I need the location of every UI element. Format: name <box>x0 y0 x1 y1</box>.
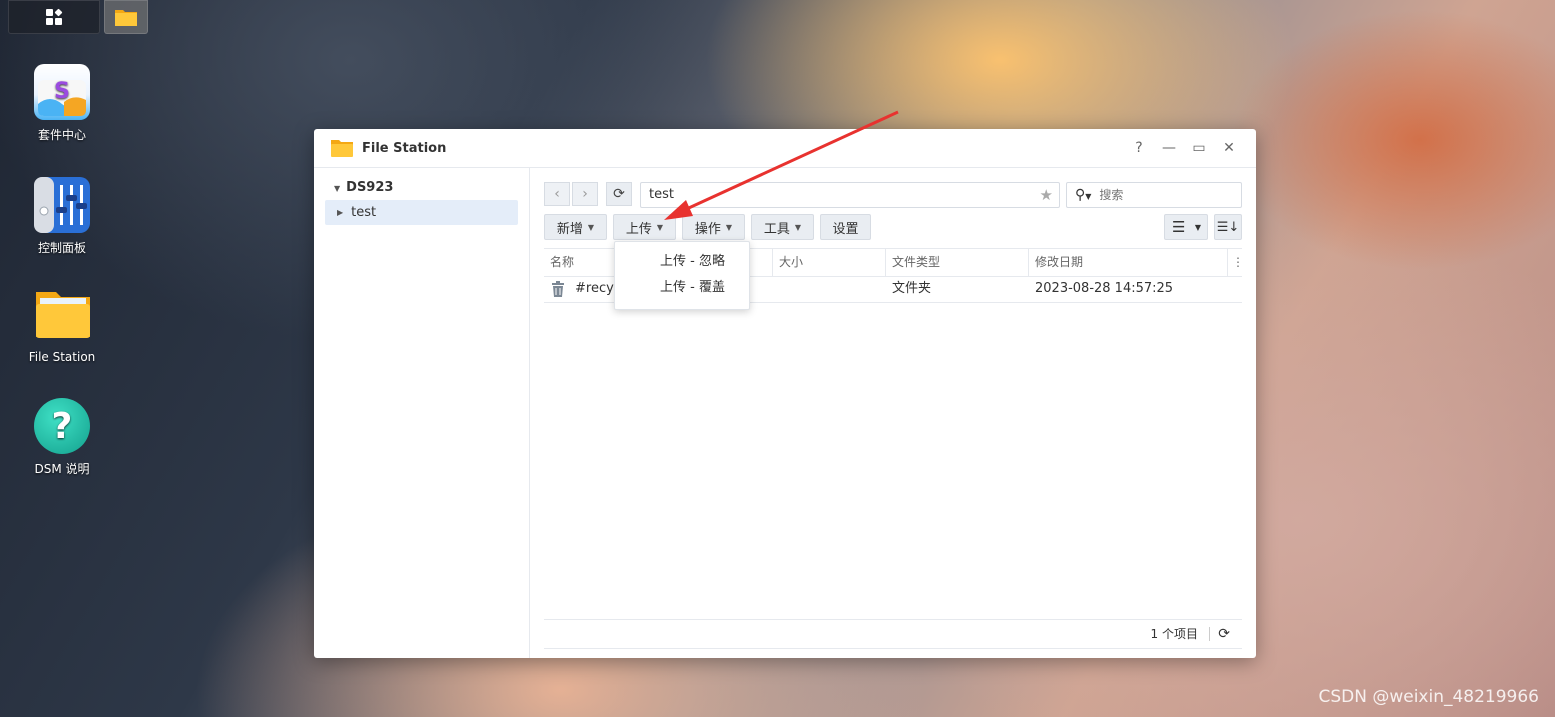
package-center-icon: S <box>34 64 90 120</box>
view-mode-button[interactable]: ☰ ▼ <box>1164 214 1208 240</box>
folder-tree: ▼ DS923 ▶ test <box>314 168 530 658</box>
action-button[interactable]: 操作 ▼ <box>682 214 745 240</box>
caret-down-icon[interactable]: ▼ <box>1195 223 1201 232</box>
tree-root-label: DS923 <box>346 180 394 195</box>
help-button[interactable]: ? <box>1130 139 1148 157</box>
window-titlebar[interactable]: File Station ? — ▭ ✕ <box>314 129 1256 168</box>
tools-button-label: 工具 <box>763 221 790 237</box>
svg-text:S: S <box>54 79 70 104</box>
tree-root-ds923[interactable]: ▼ DS923 <box>334 180 393 195</box>
menu-item-upload-overwrite[interactable]: 上传 - 覆盖 <box>615 275 749 301</box>
taskbar <box>0 0 1555 34</box>
desktop-icon-dsm-help[interactable]: ? DSM 说明 <box>12 398 112 477</box>
close-button[interactable]: ✕ <box>1220 139 1238 157</box>
caret-down-icon: ▼ <box>794 222 802 232</box>
tree-item-label: test <box>351 205 377 220</box>
tools-button[interactable]: 工具 ▼ <box>751 214 814 240</box>
file-type: 文件夹 <box>892 281 932 296</box>
column-modified[interactable]: 修改日期 <box>1028 249 1227 276</box>
minimize-button[interactable]: — <box>1160 139 1178 157</box>
desktop-icon-package-center[interactable]: S 套件中心 <box>12 64 112 143</box>
divider <box>1209 627 1210 641</box>
search-box[interactable]: ⚲▼ <box>1066 182 1242 208</box>
desktop-icon-file-station[interactable]: File Station <box>12 288 112 364</box>
new-button-label: 新增 <box>556 221 583 237</box>
refresh-button[interactable]: ⟳ <box>606 182 632 206</box>
trash-icon <box>551 276 565 307</box>
main-menu-button[interactable] <box>8 0 100 34</box>
chevron-right-icon[interactable]: ▶ <box>337 208 343 217</box>
refresh-icon[interactable]: ⟳ <box>1218 620 1230 648</box>
desktop-icon-label: File Station <box>28 350 96 364</box>
caret-down-icon: ▼ <box>656 222 664 232</box>
back-button[interactable]: ‹ <box>544 182 570 206</box>
chevron-left-icon: ‹ <box>554 186 560 202</box>
menu-item-upload-skip[interactable]: 上传 - 忽略 <box>615 249 749 275</box>
column-menu-icon[interactable]: ⋮ <box>1227 249 1244 276</box>
action-button-label: 操作 <box>694 221 721 237</box>
watermark: CSDN @weixin_48219966 <box>1318 687 1539 707</box>
column-type[interactable]: 文件类型 <box>885 249 1028 276</box>
sort-icon: ☰↓ <box>1216 219 1240 235</box>
window-controls: ? — ▭ ✕ <box>1130 139 1238 157</box>
upload-button-label: 上传 <box>625 221 652 237</box>
folder-icon <box>331 139 353 157</box>
search-input[interactable] <box>1097 187 1222 203</box>
upload-dropdown-menu: 上传 - 忽略 上传 - 覆盖 <box>614 241 750 310</box>
desktop-icon-label: 控制面板 <box>37 241 86 255</box>
desktop-icon-control-panel[interactable]: 控制面板 <box>12 177 112 256</box>
new-button[interactable]: 新增 ▼ <box>544 214 607 240</box>
chevron-down-icon[interactable]: ▼ <box>334 184 340 193</box>
upload-button[interactable]: 上传 ▼ <box>613 214 676 240</box>
star-icon[interactable]: ★ <box>1040 183 1053 207</box>
list-view-icon: ☰ <box>1172 218 1186 236</box>
file-modified: 2023-08-28 14:57:25 <box>1035 281 1174 296</box>
control-panel-icon <box>34 177 90 233</box>
folder-icon <box>34 288 90 344</box>
chevron-right-icon: › <box>582 186 588 202</box>
window-title: File Station <box>362 140 447 156</box>
desktop-icon-label: 套件中心 <box>37 128 86 142</box>
grid-icon <box>46 8 63 25</box>
path-text: test <box>649 187 674 202</box>
status-bar: 1 个项目 ⟳ <box>544 619 1242 649</box>
item-count: 1 个项目 <box>1150 627 1198 641</box>
refresh-icon: ⟳ <box>613 186 625 202</box>
column-size[interactable]: 大小 <box>772 249 885 276</box>
settings-button-label: 设置 <box>832 221 859 237</box>
file-station-window: File Station ? — ▭ ✕ ▼ DS923 ▶ test ‹ › ⟳… <box>314 129 1256 658</box>
svg-text:?: ? <box>52 406 73 447</box>
caret-down-icon: ▼ <box>725 222 733 232</box>
folder-icon <box>115 10 137 26</box>
desktop-icon-label: DSM 说明 <box>34 462 90 476</box>
tree-item-test[interactable]: ▶ test <box>325 200 518 225</box>
maximize-button[interactable]: ▭ <box>1190 139 1208 157</box>
settings-button[interactable]: 设置 <box>820 214 871 240</box>
caret-down-icon: ▼ <box>587 222 595 232</box>
search-icon[interactable]: ⚲▼ <box>1075 187 1091 203</box>
help-icon: ? <box>34 398 90 454</box>
sort-button[interactable]: ☰↓ <box>1214 214 1242 240</box>
taskbar-file-station-button[interactable] <box>104 0 148 34</box>
forward-button[interactable]: › <box>572 182 598 206</box>
path-field[interactable]: test ★ <box>640 182 1060 208</box>
